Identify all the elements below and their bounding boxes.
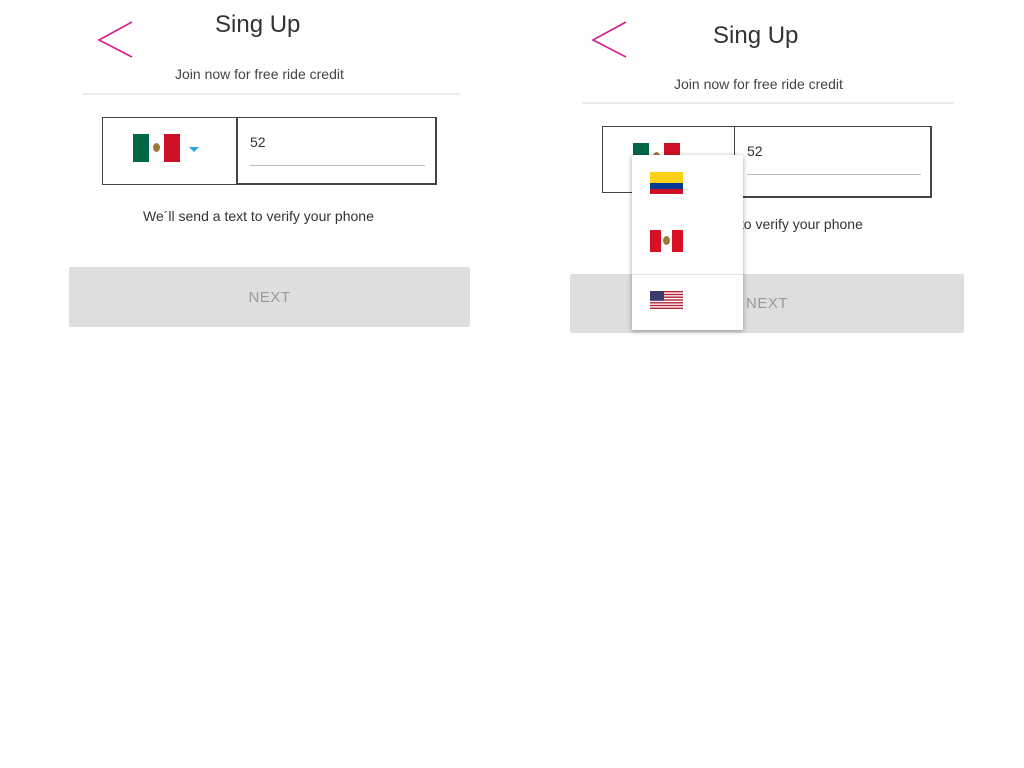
signup-screen-dropdown-open: Sing Up Join now for free ride credit We… [512, 0, 1024, 340]
mexico-flag-icon [133, 134, 180, 162]
page-title: Sing Up [713, 22, 799, 49]
usa-flag-icon [650, 291, 683, 309]
signup-screen-default: Sing Up Join now for free ride credit We… [0, 0, 512, 340]
header-divider [82, 93, 460, 95]
phone-field [734, 126, 932, 198]
country-option-usa[interactable] [632, 275, 743, 330]
phone-field [237, 117, 437, 185]
back-button[interactable] [590, 19, 630, 61]
phone-input-underline [250, 165, 425, 166]
country-option-colombia[interactable] [632, 155, 743, 213]
page-subtitle: Join now for free ride credit [175, 66, 344, 82]
country-option-peru[interactable] [632, 213, 743, 274]
page-subtitle: Join now for free ride credit [674, 76, 843, 92]
chevron-left-icon [591, 21, 627, 58]
chevron-left-icon [97, 21, 133, 58]
country-selector[interactable] [102, 117, 237, 185]
phone-input[interactable] [747, 141, 917, 161]
back-button[interactable] [96, 19, 136, 61]
phone-input[interactable] [250, 132, 420, 152]
phone-input-underline [747, 174, 921, 175]
header-divider [582, 102, 954, 104]
chevron-down-icon [189, 147, 199, 152]
page-title: Sing Up [215, 11, 301, 38]
next-button[interactable]: NEXT [69, 267, 470, 327]
peru-flag-icon [650, 230, 683, 252]
country-dropdown [632, 155, 743, 330]
next-button[interactable]: NEXT [570, 274, 964, 333]
verify-info-text: We´ll send a text to verify your phone [143, 208, 374, 224]
colombia-flag-icon [650, 172, 683, 194]
